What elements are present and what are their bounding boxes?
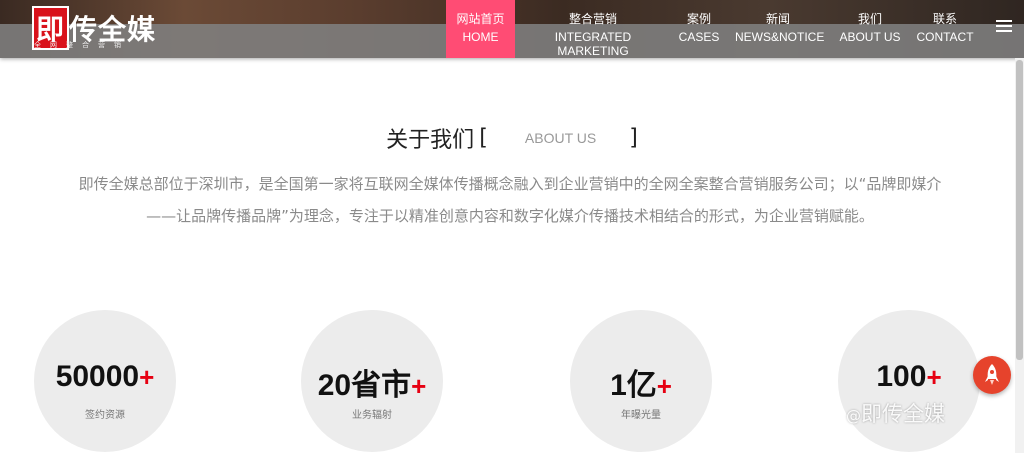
nav-label-en: INTEGRATED MARKETING (554, 30, 632, 58)
stat-circle-coverage: 20省市+ 业务辐射 (301, 310, 443, 452)
nav-item-cases[interactable]: 案例 CASES (676, 0, 722, 58)
stat-value: 20省市+ (317, 369, 427, 402)
scrollbar-thumb[interactable] (1016, 60, 1023, 360)
nav-item-contact[interactable]: 联系 CONTACT (916, 0, 974, 58)
nav-item-about-us[interactable]: 我们 ABOUT US (836, 0, 904, 58)
about-title-cn: 关于我们 (386, 128, 475, 153)
logo[interactable]: 即传全媒 全网整合营销 (30, 6, 160, 50)
stat-circle-exposure: 1亿+ 年曝光量 (570, 310, 712, 452)
nav-label-cn: 整合营销 (568, 12, 617, 26)
nav-item-news[interactable]: 新闻 NEWS&NOTICE (735, 0, 825, 58)
stat-value: 50000+ (55, 360, 155, 393)
stat-label: 业务辐射 (352, 410, 392, 421)
nav-label-cn: 新闻 (765, 12, 790, 26)
hamburger-icon[interactable] (996, 20, 1012, 34)
nav-label-cn: 网站首页 (456, 12, 505, 26)
bracket-close: ] (629, 125, 638, 151)
nav-label-en: HOME (462, 30, 499, 44)
nav-label-en: NEWS&NOTICE (735, 30, 825, 44)
nav-label-en: ABOUT US (839, 30, 901, 44)
about-line-2: ——让品牌传播品牌”为理念，专注于以精准创意内容和数字化媒介传播技术相结合的形式… (146, 207, 874, 225)
about-line-1: 即传全媒总部位于深圳市，是全国第一家将互联网全媒体传播概念融入到企业营销中的全网… (78, 175, 942, 193)
back-to-top-button[interactable] (973, 356, 1011, 394)
nav-label-cn: 我们 (857, 12, 882, 26)
about-description: 即传全媒总部位于深圳市，是全国第一家将互联网全媒体传播概念融入到企业营销中的全网… (30, 168, 990, 232)
section-title: 关于我们 [ ABOUT US ] (0, 122, 1024, 154)
stat-label: 年曝光量 (621, 410, 661, 421)
nav-label-en: CONTACT (916, 30, 974, 44)
nav-item-integrated-marketing[interactable]: 整合营销 INTEGRATED MARKETING (524, 0, 662, 58)
stat-circle-resources: 50000+ 签约资源 (34, 310, 176, 452)
nav-label-cn: 联系 (932, 12, 957, 26)
logo-subtitle: 全网整合营销 (34, 41, 130, 49)
nav-label-cn: 案例 (686, 12, 711, 26)
scrollbar[interactable] (1015, 58, 1024, 453)
stat-label: 签约资源 (85, 410, 125, 421)
about-title-en: ABOUT US (524, 130, 597, 146)
rocket-icon (985, 364, 999, 385)
watermark: @即传全媒 (846, 402, 945, 426)
stat-value: 100+ (876, 360, 942, 393)
stat-value: 1亿+ (610, 369, 672, 402)
nav-item-home[interactable]: 网站首页 HOME (446, 0, 515, 58)
nav-label-en: CASES (678, 30, 720, 44)
stat-circle-clients: 100+ (838, 310, 980, 452)
bracket-open: [ (479, 125, 488, 151)
site-header: 即传全媒 全网整合营销 网站首页 HOME 整合营销 INTEGRATED MA… (0, 0, 1024, 58)
